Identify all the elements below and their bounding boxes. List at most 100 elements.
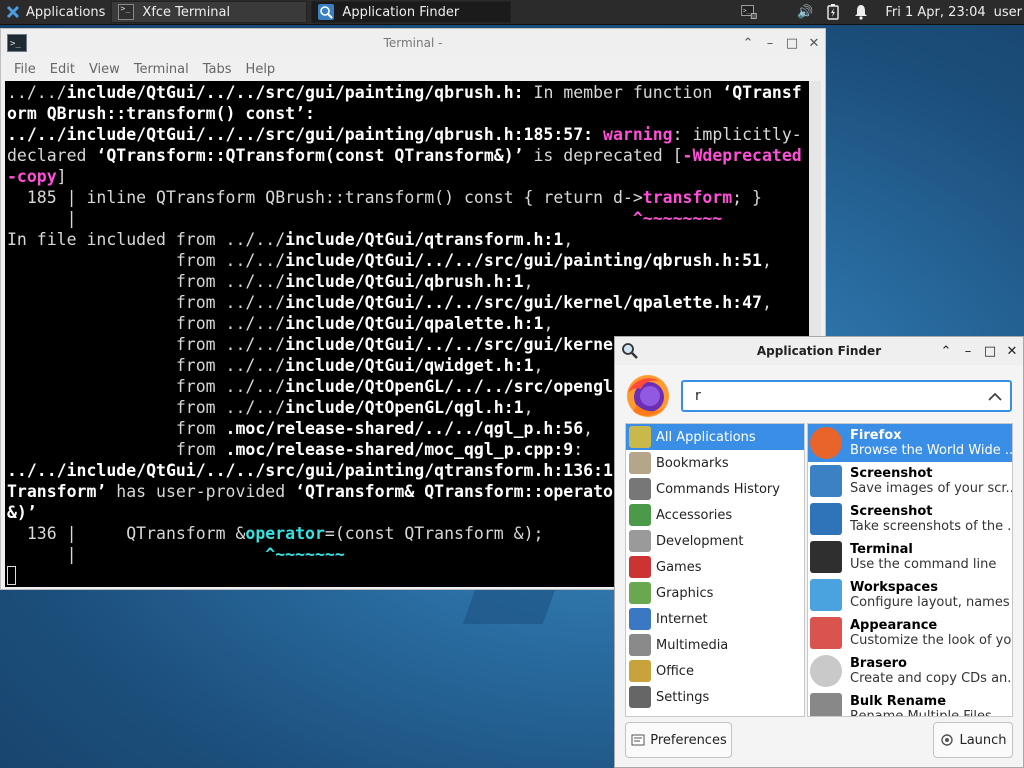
terminal-line: from ../../include/QtGui/qbrush.h:1, xyxy=(7,271,809,292)
terminal-text-segment: , xyxy=(563,230,574,249)
volume-icon[interactable]: 🔊 xyxy=(797,4,813,20)
category-item[interactable]: Settings xyxy=(626,684,804,710)
application-list[interactable]: Firefox Browse the World Wide ... Screensh… xyxy=(807,423,1013,717)
terminal-text-segment: , xyxy=(543,314,554,333)
category-label: Accessories xyxy=(656,507,733,523)
category-label: Bookmarks xyxy=(656,455,729,471)
terminal-text-segment: ../../ xyxy=(7,83,67,102)
terminal-text-segment: , xyxy=(761,293,772,312)
notifications-bell-icon[interactable] xyxy=(853,4,869,20)
app-finder-titlebar[interactable]: Application Finder ⌃ – □ ✕ xyxy=(615,337,1023,365)
application-name: Screenshot xyxy=(850,504,933,519)
terminal-text-segment: ‘QTransf xyxy=(722,83,802,102)
category-item[interactable]: Games xyxy=(626,554,804,580)
taskbar-item-label: Application Finder xyxy=(342,4,460,20)
terminal-text-segment: In file included from ../../ xyxy=(7,230,286,249)
terminal-line: from ../../include/QtGui/qpalette.h:1, xyxy=(7,313,809,334)
application-description: Use the command line xyxy=(850,556,997,572)
menu-tabs[interactable]: Tabs xyxy=(196,62,239,77)
firefox-icon xyxy=(625,373,671,419)
application-item[interactable]: Brasero Create and copy CDs an... xyxy=(808,652,1012,690)
application-item[interactable]: Appearance Customize the look of yo... xyxy=(808,614,1012,652)
terminal-text-segment: from ../../ xyxy=(7,314,286,333)
settings-icon xyxy=(629,686,651,708)
category-item[interactable]: All Applications xyxy=(626,424,804,450)
applications-menu-label: Applications xyxy=(26,4,106,20)
category-item[interactable]: Accessories xyxy=(626,502,804,528)
terminal-text-segment: , xyxy=(523,272,534,291)
svg-text:>_: >_ xyxy=(10,39,21,49)
application-item[interactable]: Workspaces Configure layout, names ... xyxy=(808,576,1012,614)
menu-edit[interactable]: Edit xyxy=(43,62,82,77)
terminal-text-segment: 136 | QTransform & xyxy=(7,524,246,543)
chevron-up-icon[interactable] xyxy=(980,392,1010,401)
application-description: Create and copy CDs an... xyxy=(850,670,1012,686)
search-icon xyxy=(621,342,639,360)
shade-button[interactable]: ⌃ xyxy=(935,340,957,362)
appearance-icon xyxy=(810,617,842,649)
maximize-button[interactable]: □ xyxy=(979,340,1001,362)
all-applications-icon xyxy=(629,426,651,448)
application-item[interactable]: Bulk Rename Rename Multiple Files xyxy=(808,690,1012,717)
menu-terminal[interactable]: Terminal xyxy=(127,62,196,77)
category-item[interactable]: Development xyxy=(626,528,804,554)
terminal-text-segment: ‘QTransform& QTransform::operato xyxy=(295,482,613,501)
terminal-text-segment: include/QtGui/../../src/gui/kernel/qpale… xyxy=(285,293,762,312)
terminal-text-segment: In member function xyxy=(523,83,723,102)
preferences-button[interactable]: Preferences xyxy=(625,722,732,758)
terminal-text-segment: : implicitly- xyxy=(672,125,802,144)
panel-user[interactable]: user xyxy=(994,5,1022,20)
terminal-text-segment: ../../include/QtGui/../../src/gui/painti… xyxy=(7,125,594,144)
terminal-line: ../../include/QtGui/../../src/gui/painti… xyxy=(7,82,809,103)
minimize-icon[interactable]: ⌃ xyxy=(737,32,759,54)
application-item[interactable]: Firefox Browse the World Wide ... xyxy=(808,424,1012,462)
terminal-text-segment: -copy xyxy=(7,167,57,186)
menu-file[interactable]: File xyxy=(7,62,43,77)
application-item[interactable]: Screenshot Save images of your scr... xyxy=(808,462,1012,500)
terminal-text-segment: from ../../ xyxy=(7,356,286,375)
terminal-text-segment: : xyxy=(573,440,584,459)
taskbar-item-app-finder[interactable]: Application Finder xyxy=(311,1,512,23)
application-name: Brasero xyxy=(850,656,907,671)
taskbar-item-terminal[interactable]: Xfce Terminal xyxy=(111,1,308,23)
category-list[interactable]: All Applications Bookmarks Commands Histor… xyxy=(625,423,805,717)
terminal-text-segment: include/QtOpenGL/qgl.h:1 xyxy=(285,398,524,417)
category-label: Multimedia xyxy=(656,637,729,653)
application-name: Screenshot xyxy=(850,466,933,481)
terminal-text-segment: include/QtGui/../../src/gui/painting/qbr… xyxy=(285,251,762,270)
category-item[interactable]: Internet xyxy=(626,606,804,632)
launch-button[interactable]: Launch xyxy=(933,722,1013,758)
application-item[interactable]: Terminal Use the command line xyxy=(808,538,1012,576)
terminal-menubar: File Edit View Terminal Tabs Help xyxy=(1,57,825,81)
close-button[interactable]: ✕ xyxy=(1001,340,1023,362)
terminal-text-segment: ../../include/QtGui/../../src/gui/painti… xyxy=(7,461,613,480)
close-button[interactable]: ✕ xyxy=(803,32,825,54)
application-text: Screenshot Take screenshots of the ... xyxy=(850,505,1012,534)
terminal-text-segment: include/QtGui/../../src/gui/painting/qbr… xyxy=(66,83,524,102)
terminal-text-segment: ^~~~~~~~ xyxy=(265,545,345,564)
search-input[interactable]: r xyxy=(681,380,1012,412)
application-item[interactable]: Screenshot Take screenshots of the ... xyxy=(808,500,1012,538)
minimize-button[interactable]: – xyxy=(957,340,979,362)
applications-menu-button[interactable]: Applications xyxy=(0,0,111,24)
application-text: Bulk Rename Rename Multiple Files xyxy=(850,695,992,717)
panel-clock[interactable]: Fri 1 Apr, 23:04 xyxy=(885,5,985,20)
battery-icon[interactable] xyxy=(825,4,841,20)
category-item[interactable]: Commands History xyxy=(626,476,804,502)
terminal-text-segment: , xyxy=(523,398,534,417)
category-item[interactable]: Office xyxy=(626,658,804,684)
terminal-launcher-icon[interactable]: >_ xyxy=(741,4,758,20)
launch-label: Launch xyxy=(959,732,1007,748)
maximize-button[interactable]: □ xyxy=(781,32,803,54)
terminal-text-segment: ‘QTransform::QTransform(const QTransform… xyxy=(96,146,524,165)
menu-help[interactable]: Help xyxy=(239,62,283,77)
category-item[interactable]: Graphics xyxy=(626,580,804,606)
terminal-text-segment: is deprecated [ xyxy=(523,146,683,165)
terminal-titlebar[interactable]: >_ Terminal - ⌃ – □ ✕ xyxy=(1,29,825,57)
menu-view[interactable]: View xyxy=(82,62,127,77)
category-item[interactable]: Multimedia xyxy=(626,632,804,658)
minimize-button[interactable]: – xyxy=(759,32,781,54)
category-item[interactable]: Bookmarks xyxy=(626,450,804,476)
application-text: Workspaces Configure layout, names ... xyxy=(850,581,1012,610)
bulk-rename-icon xyxy=(810,693,842,716)
